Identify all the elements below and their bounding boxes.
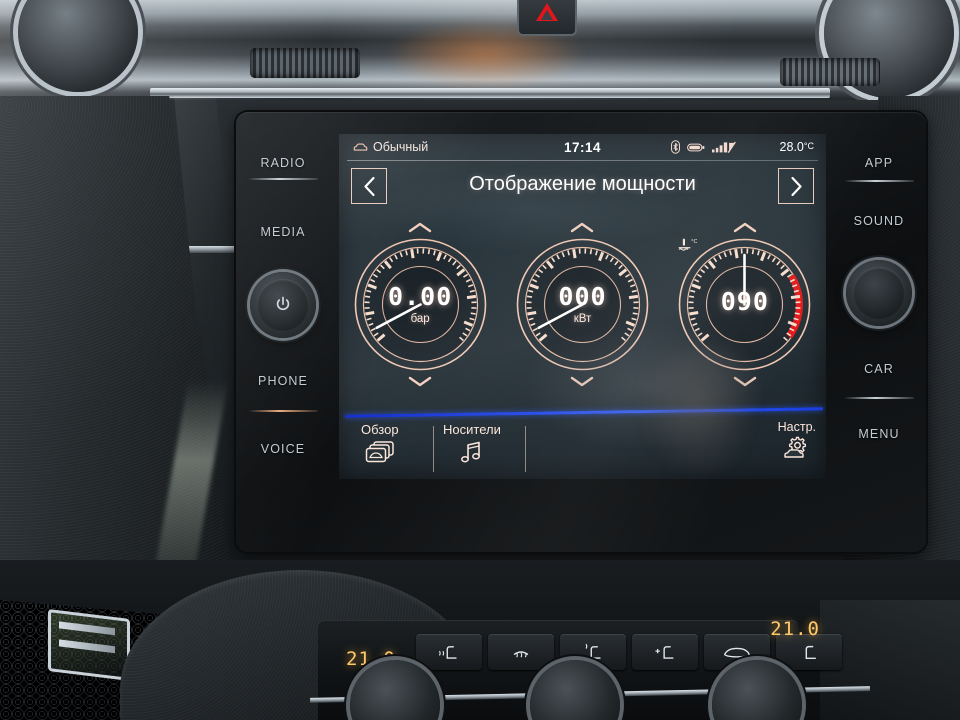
vent-adjuster-left[interactable] [250, 48, 360, 78]
infotainment-head-unit: RADIO MEDIA PHONE VOICE APP SOUND [236, 112, 926, 552]
pedal-bar-2 [59, 639, 115, 654]
climate-button-defrost[interactable] [488, 634, 554, 670]
defrost-icon [513, 651, 529, 658]
vent-adjuster-right[interactable] [780, 58, 880, 86]
pedal-trim [48, 608, 130, 682]
climate-button-airflow-feet[interactable] [632, 634, 698, 670]
hazard-light-button[interactable] [519, 0, 575, 34]
climate-temp-right: 21.0 [770, 618, 820, 640]
airflow-face-icon [585, 643, 601, 659]
chrome-trim-upper [150, 88, 830, 98]
head-unit-gloss [236, 112, 926, 552]
climate-button-seat-heating-left[interactable] [416, 634, 482, 670]
hazard-triangle-inner [541, 10, 553, 20]
airflow-feet-icon [655, 646, 674, 659]
pedal-bar-1 [59, 621, 115, 636]
car-dashboard-photo: RADIO MEDIA PHONE VOICE APP SOUND [0, 0, 960, 720]
seat-icon [805, 645, 817, 660]
seat-heat-icon [438, 646, 457, 659]
recirculate-icon [723, 647, 751, 658]
